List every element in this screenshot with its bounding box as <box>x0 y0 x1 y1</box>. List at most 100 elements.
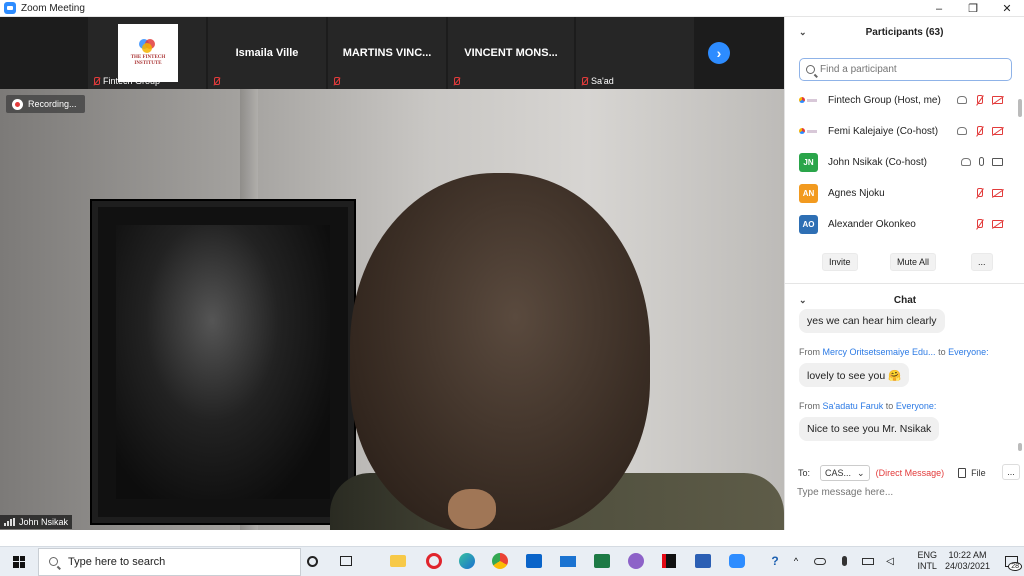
volume-icon[interactable]: ◁ <box>880 551 900 571</box>
chevron-up-icon[interactable]: ^ <box>786 551 806 571</box>
participant-name: Femi Kalejaiye (Co-host) <box>828 126 939 137</box>
onedrive-icon[interactable] <box>810 551 830 571</box>
chat-bubble: lovely to see you 🤗 <box>799 363 910 387</box>
windows-icon <box>13 555 25 568</box>
thumbnail-vincent-mons[interactable]: VINCENT MONS... <box>448 17 574 89</box>
chevron-down-icon[interactable]: ⌄ <box>799 27 807 38</box>
mute-all-button[interactable]: Mute All <box>890 253 937 271</box>
to-label: To: <box>798 468 811 478</box>
active-speaker-video <box>0 89 784 530</box>
muted-mic-icon[interactable] <box>975 95 984 105</box>
video-off-icon[interactable] <box>992 127 1003 135</box>
opera-icon[interactable] <box>424 551 444 571</box>
clock[interactable]: 10:22 AM 24/03/2021 <box>945 550 990 572</box>
task-view-circle-icon[interactable] <box>302 551 322 571</box>
participant-search[interactable] <box>799 58 1012 81</box>
muted-mic-icon <box>580 76 588 86</box>
side-panel: ⌄ Participants (63) Fintech Group (Host,… <box>784 17 1024 530</box>
participants-header: ⌄ Participants (63) <box>785 17 1024 47</box>
zoom-icon[interactable] <box>727 551 747 571</box>
chat-scrollbar[interactable] <box>1018 313 1023 453</box>
file-explorer-icon[interactable] <box>388 551 408 571</box>
mail-icon[interactable] <box>558 551 578 571</box>
divider <box>785 283 1024 284</box>
thumbnail-name: Ismaila Ville <box>235 47 299 59</box>
participant-list: Fintech Group (Host, me) Femi Kalejaiye … <box>785 85 1013 240</box>
thumbnail-ismaila-ville[interactable]: Ismaila Ville <box>208 17 326 89</box>
thumbnail-fintech-group[interactable]: THE FINTECH INSTITUTE Fintech Group <box>88 17 206 89</box>
notification-count: 28 <box>1008 562 1022 571</box>
fintech-logo: THE FINTECH INSTITUTE <box>118 24 178 82</box>
netflix-icon[interactable] <box>659 551 679 571</box>
chevron-down-icon[interactable]: ⌄ <box>799 295 807 306</box>
browser-icon[interactable] <box>626 551 646 571</box>
thumbnail-strip: THE FINTECH INSTITUTE Fintech Group Isma… <box>0 17 784 89</box>
participant-row[interactable]: Femi Kalejaiye (Co-host) <box>785 116 1013 147</box>
muted-mic-icon[interactable] <box>975 126 984 136</box>
edge-icon[interactable] <box>457 551 477 571</box>
participants-scrollbar[interactable] <box>1018 83 1023 258</box>
muted-mic-icon[interactable] <box>975 188 984 198</box>
chat-recipient-row: To: CAS... ⌄ (Direct Message) File ... <box>798 464 1020 482</box>
thumbnail-martins-vinc[interactable]: MARTINS VINC... <box>328 17 446 89</box>
chat-message-input[interactable] <box>797 487 1007 498</box>
maximize-button[interactable]: ❐ <box>956 0 990 17</box>
mic-icon[interactable] <box>979 157 984 166</box>
participant-name: Agnes Njoku <box>828 188 885 199</box>
logo-text: THE FINTECH INSTITUTE <box>130 55 166 66</box>
muted-mic-icon[interactable] <box>975 219 984 229</box>
chat-sender[interactable]: Mercy Oritsetsemaiye Edu... <box>823 347 936 357</box>
participant-name: Fintech Group (Host, me) <box>828 95 941 106</box>
start-button[interactable] <box>0 547 38 576</box>
outlook-icon[interactable] <box>524 551 544 571</box>
search-icon <box>806 65 815 74</box>
participant-search-input[interactable] <box>820 64 1000 75</box>
video-off-icon[interactable] <box>992 189 1003 197</box>
video-off-icon[interactable] <box>992 96 1003 104</box>
task-view-icon[interactable] <box>336 551 356 571</box>
recording-label: Recording... <box>28 99 77 109</box>
participant-name: John Nsikak (Co-host) <box>828 157 927 168</box>
word-icon[interactable] <box>693 551 713 571</box>
chrome-icon[interactable] <box>490 551 510 571</box>
excel-icon[interactable] <box>592 551 612 571</box>
minimize-button[interactable]: – <box>922 0 956 17</box>
title-bar: Zoom Meeting – ❐ ✕ <box>0 0 1024 17</box>
signal-strength-icon <box>4 518 15 526</box>
more-options-button[interactable]: ... <box>971 253 993 271</box>
thumbnail-name: MARTINS VINC... <box>342 47 432 59</box>
video-icon[interactable] <box>992 157 1003 166</box>
muted-mic-icon <box>92 76 100 86</box>
battery-icon[interactable] <box>858 551 878 571</box>
invite-button[interactable]: Invite <box>822 253 858 271</box>
muted-mic-icon <box>452 77 460 86</box>
chat-messages: yes we can hear him clearly From Mercy O… <box>785 309 1017 461</box>
chat-recipient: Everyone: <box>895 401 937 411</box>
speaker-name-label: John Nsikak <box>0 515 73 529</box>
language-indicator[interactable]: ENG INTL <box>917 550 937 572</box>
participant-row[interactable]: AO Alexander Okonkeo <box>785 209 1013 240</box>
next-page-arrow-icon[interactable]: › <box>708 42 730 64</box>
taskbar-search[interactable]: Type here to search <box>38 547 301 576</box>
help-icon[interactable]: ? <box>765 551 785 571</box>
video-off-icon[interactable] <box>992 220 1003 228</box>
microphone-icon[interactable] <box>834 551 854 571</box>
thumbnail-saad[interactable]: Sa'ad <box>576 17 694 89</box>
close-button[interactable]: ✕ <box>990 0 1024 17</box>
chat-more-button[interactable]: ... <box>1002 464 1020 480</box>
participant-row[interactable]: JN John Nsikak (Co-host) <box>785 147 1013 178</box>
chat-sender[interactable]: Sa'adatu Faruk <box>823 401 884 411</box>
window-title: Zoom Meeting <box>21 2 85 14</box>
recording-indicator[interactable]: Recording... <box>6 95 85 113</box>
participant-row[interactable]: AN Agnes Njoku <box>785 178 1013 209</box>
file-button[interactable]: File <box>958 468 986 478</box>
notifications-icon[interactable]: 28 <box>998 546 1024 576</box>
logo-circles-icon <box>139 39 157 53</box>
participant-row[interactable]: Fintech Group (Host, me) <box>785 85 1013 116</box>
recipient-select[interactable]: CAS... ⌄ <box>820 465 870 481</box>
chevron-down-icon: ⌄ <box>857 467 865 478</box>
participant-name: Alexander Okonkeo <box>828 219 916 230</box>
search-icon <box>49 557 58 566</box>
avatar: AO <box>799 215 818 234</box>
thumbnail-label: Sa'ad <box>580 76 614 86</box>
